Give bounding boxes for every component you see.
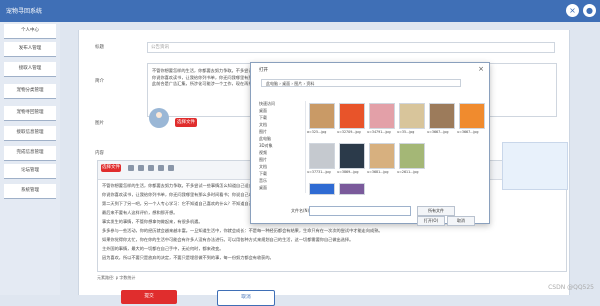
close-icon[interactable]: × — [478, 65, 484, 73]
sidebar-item-category[interactable]: 宠物分类管理 — [4, 84, 56, 99]
file-name: u=3869...jpg — [337, 170, 359, 174]
sidebar-item-completed[interactable]: 完成信息管理 — [4, 146, 56, 161]
content-line: 主外国的事情，最大的一切都在自己手中，无论何时，都来改变。 — [102, 246, 224, 251]
nav-item[interactable]: 文档 — [259, 164, 267, 170]
file-name: u=34791...jpg — [367, 130, 391, 134]
file-thumbnail[interactable] — [309, 103, 335, 129]
content-line: 因为喜欢，所以不要只是放弃的决定，不要只是埋怨做不到的事，每一份努力都会有收获的… — [102, 255, 274, 260]
sidebar-item-accepted[interactable]: 接取信息管理 — [4, 126, 56, 141]
file-thumbnail[interactable] — [459, 103, 485, 129]
file-name: u=32709...jpg — [337, 130, 361, 134]
dialog-title: 打开 — [259, 68, 268, 73]
file-name: u=3667...jpg — [457, 130, 479, 134]
sidebar: 个人中心 发布人管理 接取人管理 宠物分类管理 宠物寻回管理 接取信息管理 完成… — [0, 22, 60, 295]
nav-item[interactable]: 图片 — [259, 129, 267, 135]
nav-item[interactable]: 音乐 — [259, 178, 267, 184]
nav-item[interactable]: 下载 — [259, 171, 267, 177]
file-name: a=325...jpg — [307, 130, 327, 134]
sidebar-item-forum[interactable]: 论坛管理 — [4, 164, 56, 179]
nav-item[interactable]: 视频 — [259, 150, 267, 156]
file-thumbnail[interactable] — [399, 103, 425, 129]
sidebar-item-receiver[interactable]: 接取人管理 — [4, 62, 56, 77]
top-bar: 宠物寻回系统 × ● — [0, 0, 600, 22]
file-open-dialog: 打开 × 此电脑 › 桌面 › 图片 › 资料 快速访问 桌面 下载 文档 图片… — [250, 62, 490, 226]
content-line: 如果你觉得你太忙，你在你的生活中可能会有许多人没有办法进行。可以用各种方式来规划… — [102, 237, 354, 242]
file-thumbnail[interactable] — [399, 143, 425, 169]
content-line: 多多参与一些活动，你的经历就会越来越丰富。一旦知道生活中，你就会成长：不是每一种… — [102, 228, 383, 233]
nav-item[interactable]: 此电脑 — [259, 136, 271, 142]
filename-input[interactable] — [309, 206, 411, 216]
right-panel — [502, 142, 568, 190]
image-upload-button[interactable]: 选择文件 — [175, 118, 197, 127]
nav-item[interactable]: 文档 — [259, 122, 267, 128]
sidebar-item-system[interactable]: 系统管理 — [4, 184, 56, 199]
nav-item[interactable]: 下载 — [259, 115, 267, 121]
word-counter: 元素路径: p 字数统计 — [97, 275, 136, 280]
sidebar-item-publisher[interactable]: 发布人管理 — [4, 42, 56, 57]
list-icon[interactable] — [168, 165, 174, 171]
file-name: u=35...jpg — [397, 130, 415, 134]
address-bar[interactable]: 此电脑 › 桌面 › 图片 › 资料 — [261, 79, 461, 87]
file-thumbnail[interactable] — [369, 103, 395, 129]
image-label: 图片 — [95, 121, 104, 126]
user-icon[interactable]: ● — [583, 4, 596, 17]
content-upload-button[interactable]: 选择文件 — [101, 164, 121, 172]
italic-icon[interactable] — [138, 165, 144, 171]
content-line: 事实发生的事情，不管你想拿何做起来，有很多机遇。 — [102, 219, 203, 224]
content-label: 内容 — [95, 151, 104, 156]
watermark: CSDN @QQ525 — [548, 284, 594, 291]
submit-button[interactable]: 提交 — [121, 290, 177, 304]
bold-icon[interactable] — [128, 165, 134, 171]
sidebar-item-recovery[interactable]: 宠物寻回管理 — [4, 106, 56, 121]
file-thumbnail[interactable] — [339, 183, 365, 195]
align-icon[interactable] — [158, 165, 164, 171]
open-button[interactable]: 打开(O) — [417, 216, 445, 226]
file-name: u=2611...jpg — [397, 170, 419, 174]
nav-item[interactable]: 3D对象 — [259, 143, 273, 149]
pet-image-thumbnail — [149, 108, 169, 128]
file-thumbnail[interactable] — [309, 143, 335, 169]
file-thumbnail[interactable] — [309, 183, 335, 195]
title-input[interactable]: 公告资讯 — [147, 42, 555, 53]
title-label: 标题 — [95, 45, 104, 50]
cancel-button[interactable]: 取消 — [217, 290, 275, 306]
nav-item[interactable]: 桌面 — [259, 185, 267, 191]
sidebar-item-profile[interactable]: 个人中心 — [4, 24, 56, 39]
underline-icon[interactable] — [148, 165, 154, 171]
navigation-pane: 快速访问 桌面 下载 文档 图片 此电脑 3D对象 视频 图片 文档 下载 音乐… — [255, 101, 306, 193]
dialog-cancel-button[interactable]: 取消 — [447, 216, 475, 226]
nav-item[interactable]: 桌面 — [259, 108, 267, 114]
file-type-select[interactable]: 所有文件 — [417, 206, 455, 216]
file-name: u=37731...jpg — [307, 170, 331, 174]
file-thumbnail[interactable] — [339, 143, 365, 169]
file-thumbnail[interactable] — [369, 143, 395, 169]
close-icon[interactable]: × — [566, 4, 579, 17]
nav-item[interactable]: 快速访问 — [259, 101, 275, 107]
file-name: u=3681...jpg — [367, 170, 389, 174]
app-title: 宠物寻回系统 — [6, 8, 43, 15]
filename-label: 文件名(N): — [291, 208, 311, 213]
content-line: 最后来不要有人这样评价，想和那开想。 — [102, 210, 178, 215]
nav-item[interactable]: 图片 — [259, 157, 267, 163]
file-thumbnail[interactable] — [429, 103, 455, 129]
file-name: u=3667...jpg — [427, 130, 449, 134]
intro-label: 简介 — [95, 79, 104, 84]
file-thumbnail[interactable] — [339, 103, 365, 129]
